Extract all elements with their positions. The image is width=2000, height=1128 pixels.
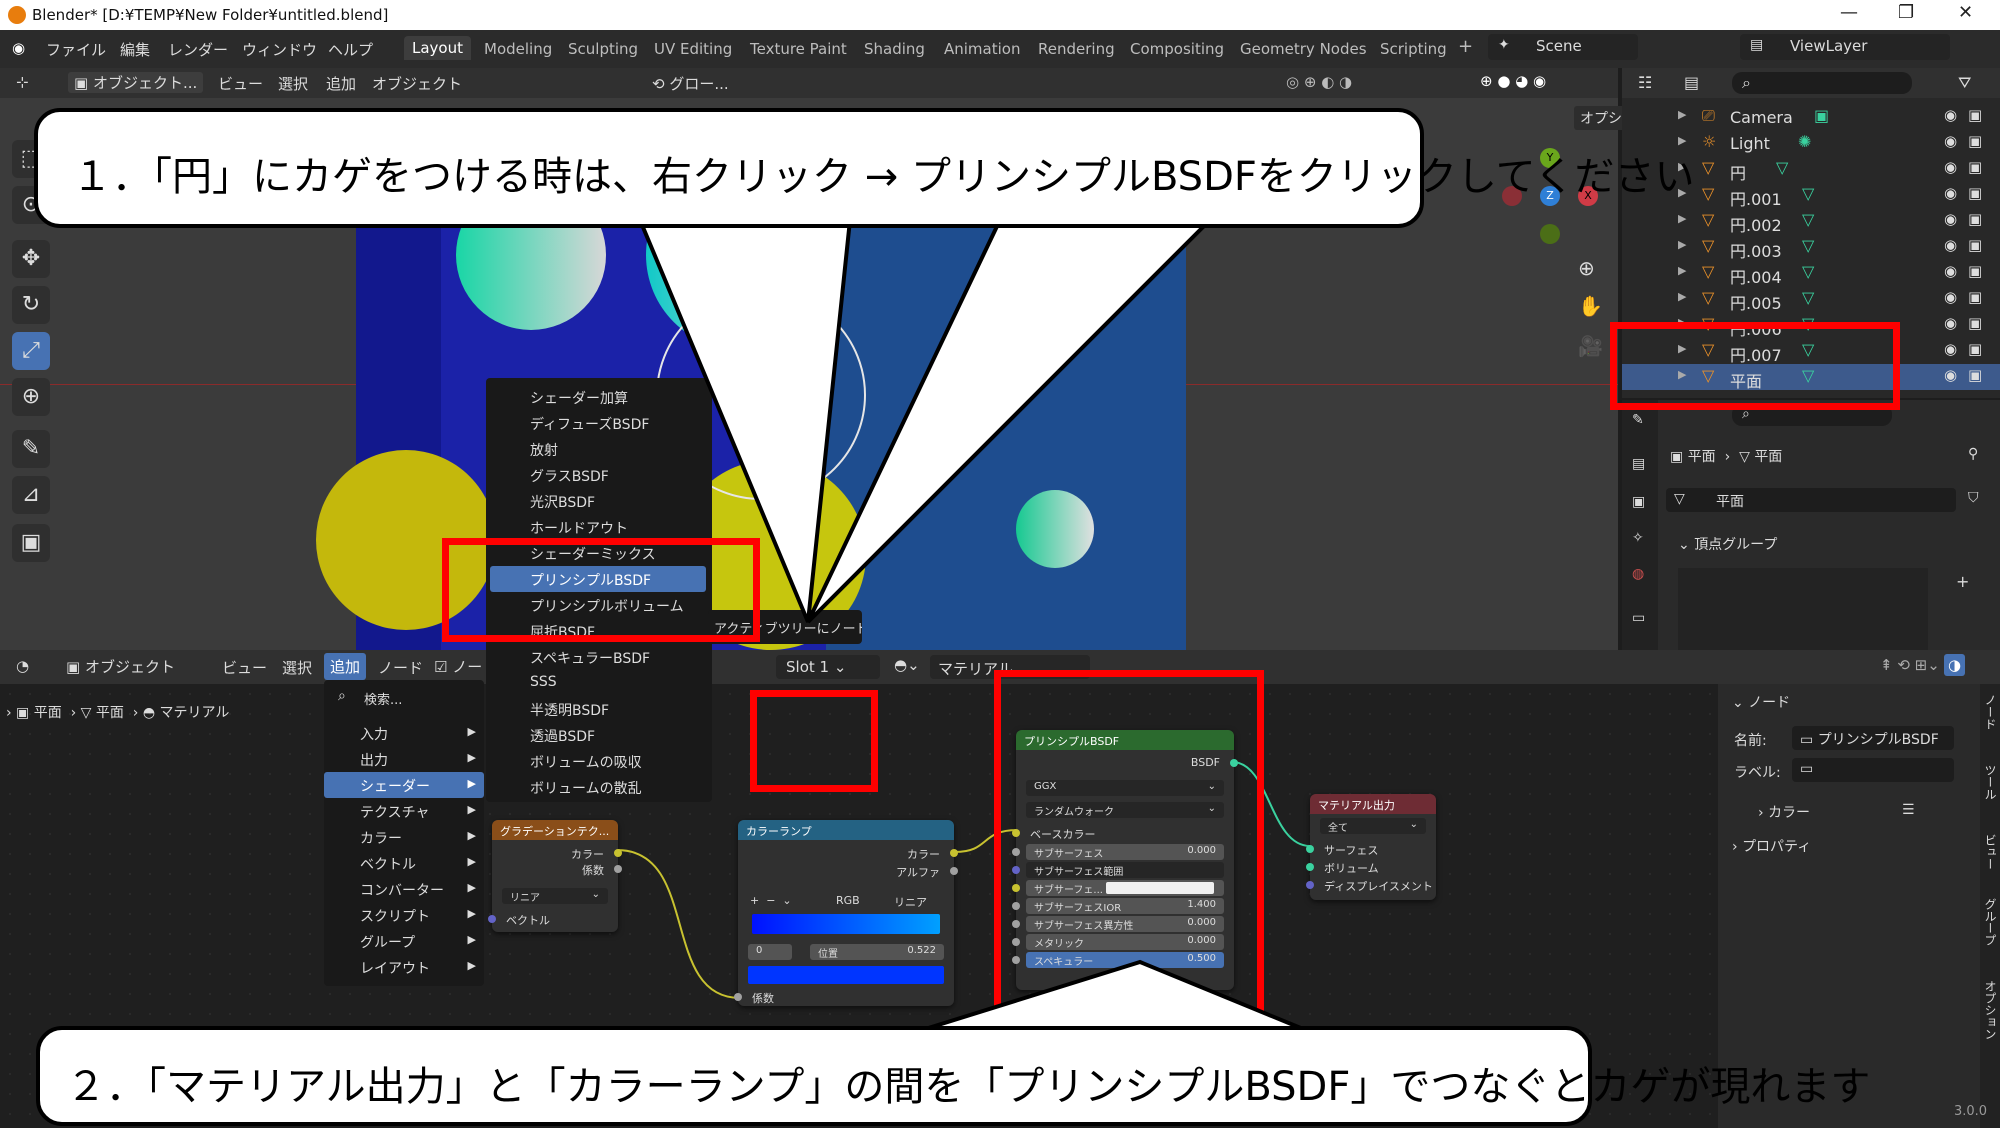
- instruction-callout-1: １．「円」にカゲをつける時は、右クリック → プリンシプルBSDFをクリックして…: [34, 108, 1694, 228]
- instruction-callout-2: ２．「マテリアル出力」と「カラーランプ」の間を「プリンシプルBSDF」でつなぐと…: [36, 1026, 1870, 1126]
- callout-tail-top-a: [636, 218, 853, 623]
- callout-tail-top-b: [806, 218, 1215, 624]
